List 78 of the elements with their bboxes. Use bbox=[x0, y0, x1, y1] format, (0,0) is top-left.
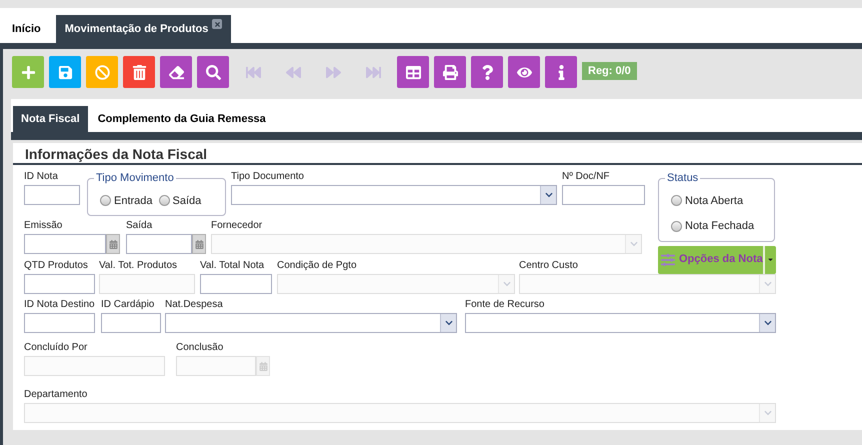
group-legend: Tipo Movimento bbox=[94, 170, 176, 186]
field-label: Fornecedor bbox=[211, 219, 262, 233]
field-label: Conclusão bbox=[176, 341, 224, 355]
rewind-icon bbox=[286, 64, 300, 80]
toolbar-button[interactable] bbox=[545, 56, 577, 88]
input-field[interactable] bbox=[562, 185, 645, 205]
eye-icon bbox=[516, 64, 532, 80]
radio-button[interactable] bbox=[158, 195, 170, 206]
radio-button[interactable] bbox=[100, 195, 111, 206]
close-icon[interactable] bbox=[212, 19, 222, 29]
field-label: Condição de Pgto bbox=[277, 259, 357, 273]
field-label: Emissão bbox=[24, 219, 62, 233]
radio-label: Nota Aberta bbox=[685, 194, 744, 208]
radio-label: Nota Fechada bbox=[685, 219, 754, 234]
toolbar-button[interactable] bbox=[197, 56, 229, 88]
date-field[interactable] bbox=[126, 234, 192, 254]
section-title: Informações da Nota Fiscal bbox=[25, 145, 208, 163]
question-mark-icon bbox=[480, 64, 494, 80]
chevron-down-icon bbox=[759, 314, 775, 332]
search-icon bbox=[206, 64, 220, 80]
field-label: Val. Total Nota bbox=[200, 259, 264, 273]
field-label: Centro Custo bbox=[519, 259, 578, 273]
group-legend: Status bbox=[665, 170, 700, 186]
field-label: Nat.Despesa bbox=[165, 298, 223, 312]
plus-icon bbox=[20, 64, 36, 80]
toolbar-button[interactable] bbox=[434, 56, 466, 88]
prohibited-icon bbox=[94, 64, 110, 80]
calendar-icon[interactable] bbox=[192, 234, 206, 254]
field-label: Tipo Documento bbox=[231, 170, 304, 184]
chevron-down-icon bbox=[540, 186, 556, 204]
skip-forward-icon bbox=[366, 64, 380, 80]
field-label: Saída bbox=[126, 219, 152, 233]
record-count-badge: Reg: 0/0 bbox=[582, 62, 637, 80]
field-label: Fonte de Recurso bbox=[465, 298, 544, 312]
input-field[interactable] bbox=[24, 274, 95, 294]
button-label: Opções da Nota bbox=[679, 252, 763, 268]
toolbar-button[interactable] bbox=[508, 56, 540, 88]
radio-button[interactable] bbox=[671, 195, 682, 206]
field-label: QTD Produtos bbox=[24, 259, 88, 273]
radio-button[interactable] bbox=[671, 220, 682, 232]
toolbar-button[interactable] bbox=[12, 56, 44, 88]
field-label: ID Nota Destino bbox=[24, 298, 95, 312]
field-label: Nº Doc/NF bbox=[562, 170, 610, 184]
toolbar-button[interactable] bbox=[49, 56, 81, 88]
chevron-down-icon bbox=[440, 314, 456, 332]
select-field[interactable] bbox=[165, 313, 457, 333]
select-field[interactable] bbox=[465, 313, 776, 333]
field-label: Val. Tot. Produtos bbox=[99, 259, 178, 273]
select-field[interactable] bbox=[231, 185, 557, 205]
fast-forward-icon bbox=[326, 64, 340, 80]
input-field[interactable] bbox=[101, 313, 161, 333]
help-button[interactable] bbox=[471, 56, 503, 88]
trash-icon bbox=[132, 64, 146, 80]
toolbar-button[interactable] bbox=[160, 56, 192, 88]
field-label: ID Cardápio bbox=[101, 298, 154, 312]
tab[interactable]: Movimentação de Produtos bbox=[56, 15, 232, 43]
chevron-down-icon bbox=[498, 275, 514, 293]
field-label: Concluído Por bbox=[24, 341, 88, 355]
field-label: ID Nota bbox=[24, 170, 58, 184]
toolbar-button[interactable] bbox=[123, 56, 155, 88]
input-field[interactable] bbox=[200, 274, 272, 294]
chevron-down-icon bbox=[759, 404, 775, 422]
field-label: Departamento bbox=[24, 388, 88, 402]
toolbar-button[interactable] bbox=[397, 56, 429, 88]
date-field[interactable] bbox=[24, 234, 106, 254]
printer-icon bbox=[442, 64, 458, 80]
sliders-icon bbox=[661, 252, 675, 266]
skip-back-icon bbox=[246, 64, 260, 80]
chevron-down-icon bbox=[759, 275, 775, 293]
chevron-down-icon bbox=[625, 235, 641, 253]
radio-label: Saída bbox=[172, 194, 202, 208]
input-field[interactable] bbox=[24, 313, 95, 333]
table-icon bbox=[406, 64, 420, 80]
radio-label: Entrada bbox=[114, 194, 153, 208]
tab[interactable]: Nota Fiscal bbox=[13, 106, 88, 132]
input-field[interactable] bbox=[24, 185, 80, 205]
eraser-icon bbox=[168, 64, 184, 80]
calendar-icon[interactable] bbox=[106, 234, 120, 254]
